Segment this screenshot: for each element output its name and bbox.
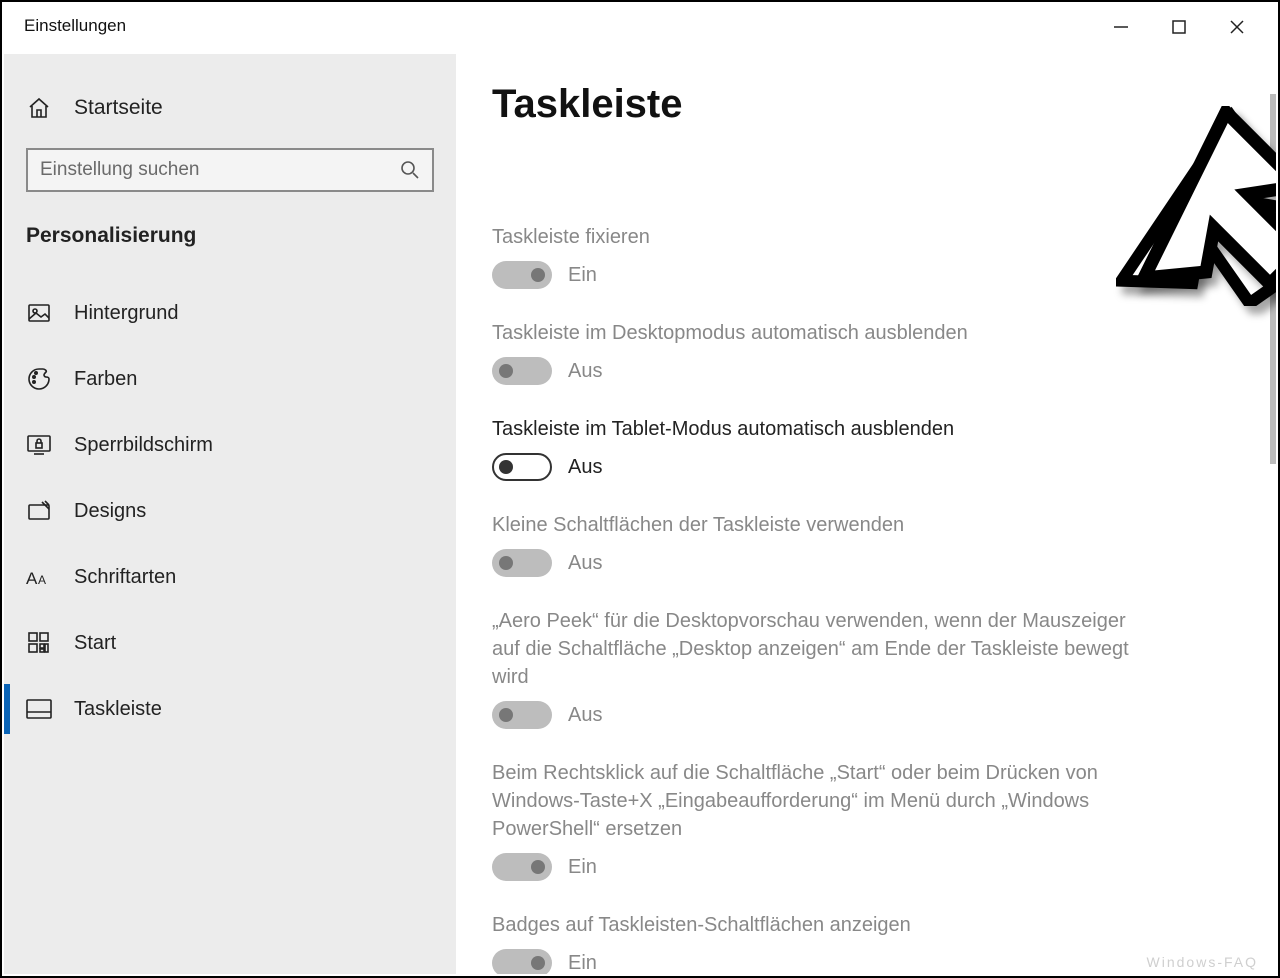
home-icon	[26, 96, 52, 120]
sidebar-item-label: Sperrbildschirm	[74, 434, 213, 457]
toggle-state-label: Ein	[568, 264, 597, 287]
sidebar-item-farben[interactable]: Farben	[4, 346, 456, 412]
toggle-badges	[492, 949, 552, 974]
scrollbar-thumb[interactable]	[1270, 94, 1276, 464]
setting-autohide-desktop: Taskleiste im Desktopmodus automatisch a…	[492, 319, 1236, 385]
lockscreen-icon	[26, 433, 52, 457]
sidebar-item-schriftarten[interactable]: AA Schriftarten	[4, 544, 456, 610]
sidebar-item-start[interactable]: Start	[4, 610, 456, 676]
sidebar-item-designs[interactable]: Designs	[4, 478, 456, 544]
toggle-state-label: Aus	[568, 456, 602, 479]
toggle-state-label: Aus	[568, 552, 602, 575]
setting-label: Beim Rechtsklick auf die Schaltfläche „S…	[492, 759, 1132, 843]
setting-label: „Aero Peek“ für die Desktopvorschau verw…	[492, 607, 1132, 691]
setting-lock-taskbar: Taskleiste fixieren Ein	[492, 223, 1236, 289]
search-box[interactable]	[26, 148, 434, 192]
setting-badges: Badges auf Taskleisten-Schaltflächen anz…	[492, 911, 1236, 974]
toggle-autohide-tablet[interactable]	[492, 453, 552, 481]
maximize-button[interactable]	[1170, 18, 1188, 36]
window-controls	[1112, 2, 1278, 36]
taskbar-icon	[26, 699, 52, 719]
sidebar-item-label: Designs	[74, 500, 146, 523]
minimize-button[interactable]	[1112, 18, 1130, 36]
sidebar-item-label: Farben	[74, 368, 137, 391]
toggle-state-label: Ein	[568, 856, 597, 879]
search-icon	[400, 160, 420, 180]
sidebar-item-hintergrund[interactable]: Hintergrund	[4, 280, 456, 346]
sidebar-home[interactable]: Startseite	[4, 78, 456, 138]
close-button[interactable]	[1228, 18, 1246, 36]
setting-label: Badges auf Taskleisten-Schaltflächen anz…	[492, 911, 1132, 939]
palette-icon	[26, 367, 52, 391]
titlebar: Einstellungen	[2, 2, 1278, 54]
setting-small-buttons: Kleine Schaltflächen der Taskleiste verw…	[492, 511, 1236, 577]
start-icon	[26, 632, 52, 654]
sidebar-item-sperrbildschirm[interactable]: Sperrbildschirm	[4, 412, 456, 478]
app-title: Einstellungen	[24, 16, 126, 36]
toggle-powershell-replace	[492, 853, 552, 881]
toggle-small-buttons	[492, 549, 552, 577]
designs-icon	[26, 499, 52, 523]
sidebar-item-label: Hintergrund	[74, 302, 179, 325]
picture-icon	[26, 301, 52, 325]
toggle-aero-peek	[492, 701, 552, 729]
setting-powershell-replace: Beim Rechtsklick auf die Schaltfläche „S…	[492, 759, 1236, 881]
content-area: Taskleiste Taskleiste fixieren Ein Taskl…	[456, 54, 1276, 974]
sidebar: Startseite Personalisierung Hintergrund	[4, 54, 456, 974]
toggle-lock-taskbar	[492, 261, 552, 289]
setting-autohide-tablet: Taskleiste im Tablet-Modus automatisch a…	[492, 415, 1236, 481]
toggle-state-label: Aus	[568, 704, 602, 727]
watermark: Windows-FAQ	[1147, 954, 1258, 970]
search-input[interactable]	[40, 159, 400, 181]
setting-aero-peek: „Aero Peek“ für die Desktopvorschau verw…	[492, 607, 1236, 729]
setting-label: Taskleiste fixieren	[492, 223, 1132, 251]
sidebar-item-taskleiste[interactable]: Taskleiste	[4, 676, 456, 742]
toggle-state-label: Ein	[568, 952, 597, 975]
page-title: Taskleiste	[492, 82, 1236, 127]
svg-text:A: A	[26, 569, 38, 588]
sidebar-item-label: Schriftarten	[74, 566, 176, 589]
setting-label: Kleine Schaltflächen der Taskleiste verw…	[492, 511, 1132, 539]
toggle-autohide-desktop	[492, 357, 552, 385]
sidebar-home-label: Startseite	[74, 96, 163, 120]
sidebar-item-label: Taskleiste	[74, 698, 162, 721]
fonts-icon: AA	[26, 566, 52, 588]
sidebar-item-label: Start	[74, 632, 116, 655]
setting-label: Taskleiste im Desktopmodus automatisch a…	[492, 319, 1132, 347]
setting-label: Taskleiste im Tablet-Modus automatisch a…	[492, 415, 1132, 443]
sidebar-section-title: Personalisierung	[4, 224, 456, 248]
sidebar-nav: Hintergrund Farben Sperrbildschirm Desig…	[4, 280, 456, 742]
toggle-state-label: Aus	[568, 360, 602, 383]
svg-text:A: A	[38, 573, 46, 587]
